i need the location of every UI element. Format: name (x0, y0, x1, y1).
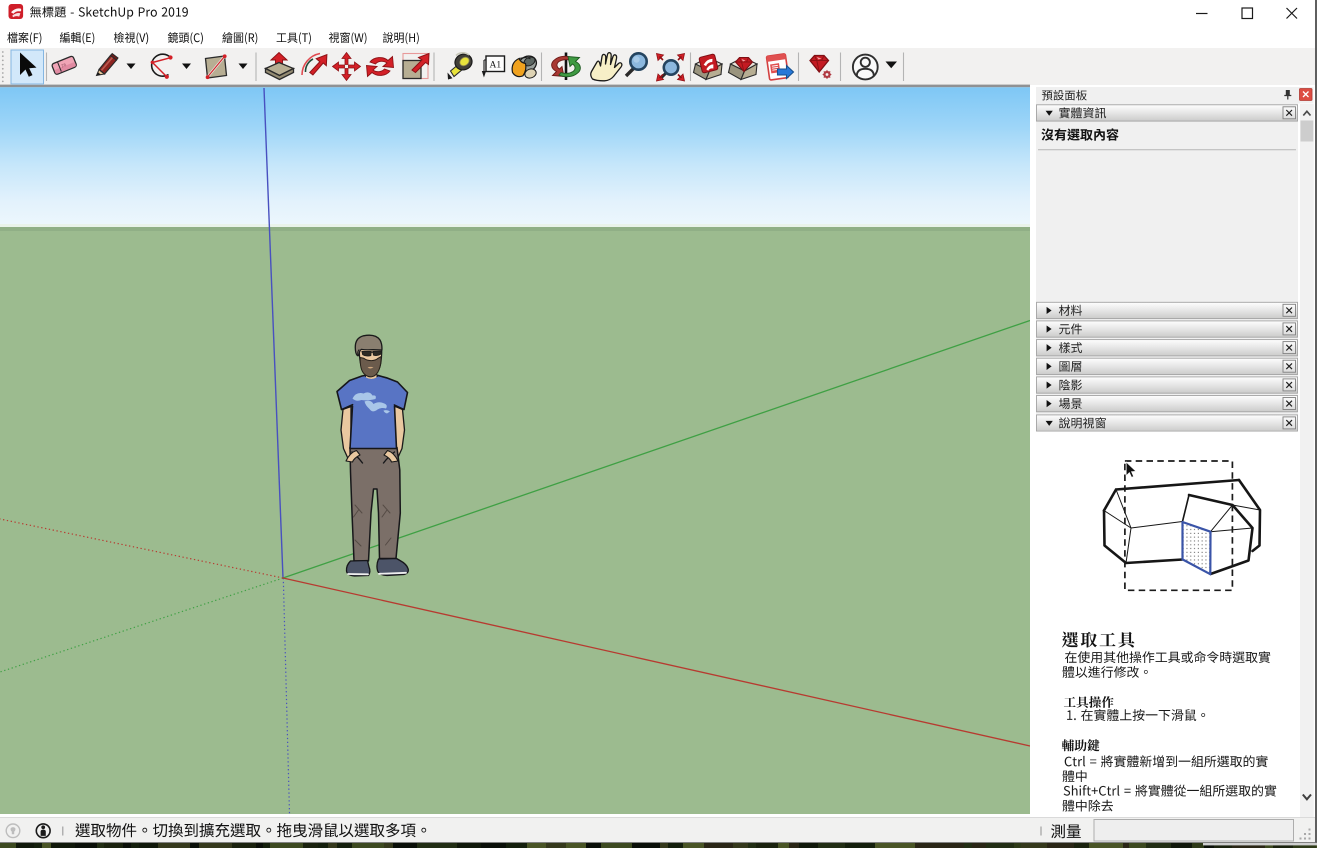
svg-text:A1: A1 (490, 61, 502, 71)
